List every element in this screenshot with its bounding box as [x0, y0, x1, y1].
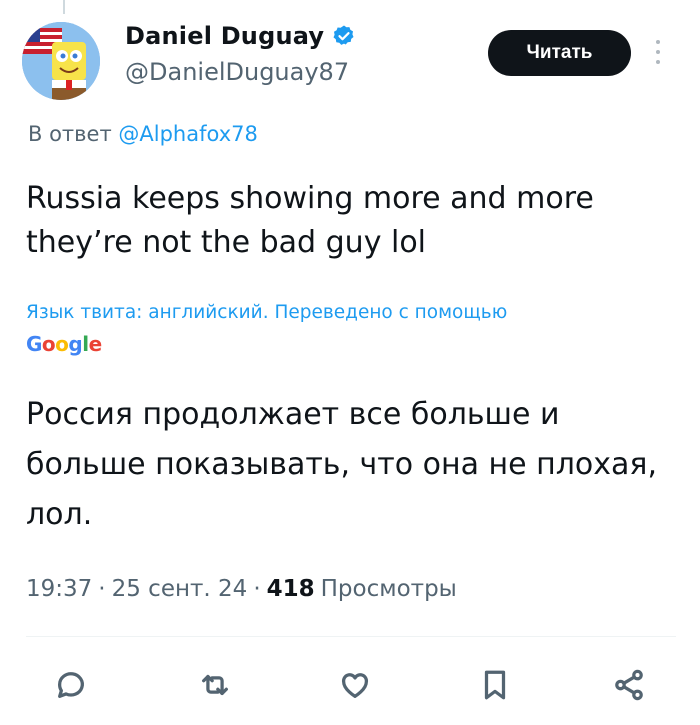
- reply-icon[interactable]: [46, 660, 96, 710]
- tweet-time[interactable]: 19:37: [26, 576, 92, 602]
- verified-badge-icon: [333, 25, 354, 45]
- divider: [26, 636, 676, 637]
- views-count[interactable]: 418: [267, 576, 315, 602]
- tweet-meta: 19:37 · 25 сент. 24 · 418 Просмотры: [26, 576, 457, 602]
- reply-mention-link[interactable]: @Alphafox78: [118, 122, 257, 146]
- reply-prefix: В ответ: [28, 122, 112, 146]
- views-label[interactable]: Просмотры: [321, 576, 457, 602]
- retweet-icon[interactable]: [190, 660, 240, 710]
- tweet-date[interactable]: 25 сент. 24: [112, 576, 248, 602]
- author-display-name[interactable]: Daniel Duguay: [125, 22, 324, 50]
- avatar[interactable]: [22, 22, 100, 100]
- translation-note[interactable]: Язык твита: английский. Переведено с пом…: [26, 300, 686, 326]
- thread-line: [63, 0, 65, 14]
- share-icon[interactable]: [604, 660, 654, 710]
- reply-context: В ответ @Alphafox78: [28, 122, 258, 146]
- follow-button[interactable]: Читать: [488, 30, 631, 76]
- more-options-icon[interactable]: [653, 40, 663, 74]
- action-bar: [0, 660, 700, 710]
- like-icon[interactable]: [330, 660, 380, 710]
- meta-separator: ·: [98, 576, 106, 602]
- bookmark-icon[interactable]: [470, 660, 520, 710]
- tweet-text: Russia keeps showing more and more they’…: [26, 181, 594, 260]
- author-handle[interactable]: @DanielDuguay87: [125, 58, 349, 86]
- meta-separator: ·: [253, 576, 261, 602]
- translated-text: Россия продолжает все больше и больше по…: [26, 397, 658, 532]
- google-translate-logo: Google: [26, 332, 102, 356]
